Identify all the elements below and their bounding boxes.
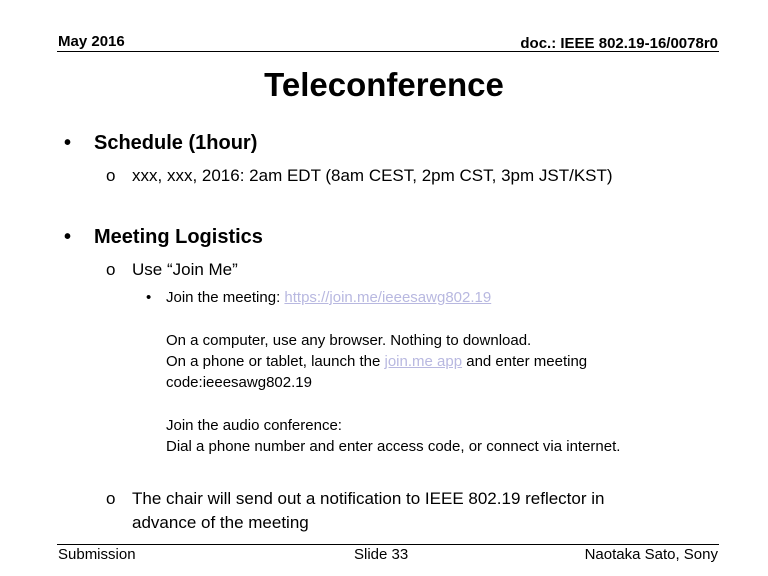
footer-submission: Submission xyxy=(58,546,136,563)
notification-line-1: The chair will send out a notification t… xyxy=(132,489,605,508)
circle-bullet-icon: o xyxy=(106,166,116,185)
circle-bullet-icon: o xyxy=(106,260,116,279)
header-doc-id: doc.: IEEE 802.19-16/0078r0 xyxy=(520,35,718,52)
join-meeting-line: Join the meeting: https://join.me/ieeesa… xyxy=(166,289,491,306)
header-rule xyxy=(57,51,719,52)
phone-instructions: On a phone or tablet, launch the join.me… xyxy=(166,353,587,370)
phone-suffix: and enter meeting xyxy=(462,353,588,370)
computer-instructions: On a computer, use any browser. Nothing … xyxy=(166,332,532,349)
schedule-time: xxx, xxx, 2016: 2am EDT (8am CEST, 2pm C… xyxy=(132,166,613,185)
join-meeting-link[interactable]: https://join.me/ieeesawg802.19 xyxy=(284,289,491,306)
header-date: May 2016 xyxy=(58,33,125,50)
logistics-heading: Meeting Logistics xyxy=(94,226,263,248)
notification-line-2: advance of the meeting xyxy=(132,513,309,532)
join-meeting-label: Join the meeting: xyxy=(166,289,285,306)
join-me-app-link[interactable]: join.me app xyxy=(385,353,463,370)
bullet-icon: • xyxy=(64,226,72,248)
audio-heading: Join the audio conference: xyxy=(166,417,342,434)
bullet-icon: • xyxy=(64,132,72,154)
audio-instructions: Dial a phone number and enter access cod… xyxy=(166,438,621,455)
slide-title: Teleconference xyxy=(264,66,504,103)
footer-author: Naotaka Sato, Sony xyxy=(584,546,718,563)
footer-rule xyxy=(57,544,719,545)
join-me-item: Use “Join Me” xyxy=(132,260,238,279)
meeting-code: code:ieeesawg802.19 xyxy=(166,374,312,391)
schedule-heading: Schedule (1hour) xyxy=(94,132,258,154)
circle-bullet-icon: o xyxy=(106,489,116,508)
phone-prefix: On a phone or tablet, launch the xyxy=(166,353,385,370)
bullet-icon: • xyxy=(146,289,152,306)
slide-number: Slide 33 xyxy=(354,546,409,563)
